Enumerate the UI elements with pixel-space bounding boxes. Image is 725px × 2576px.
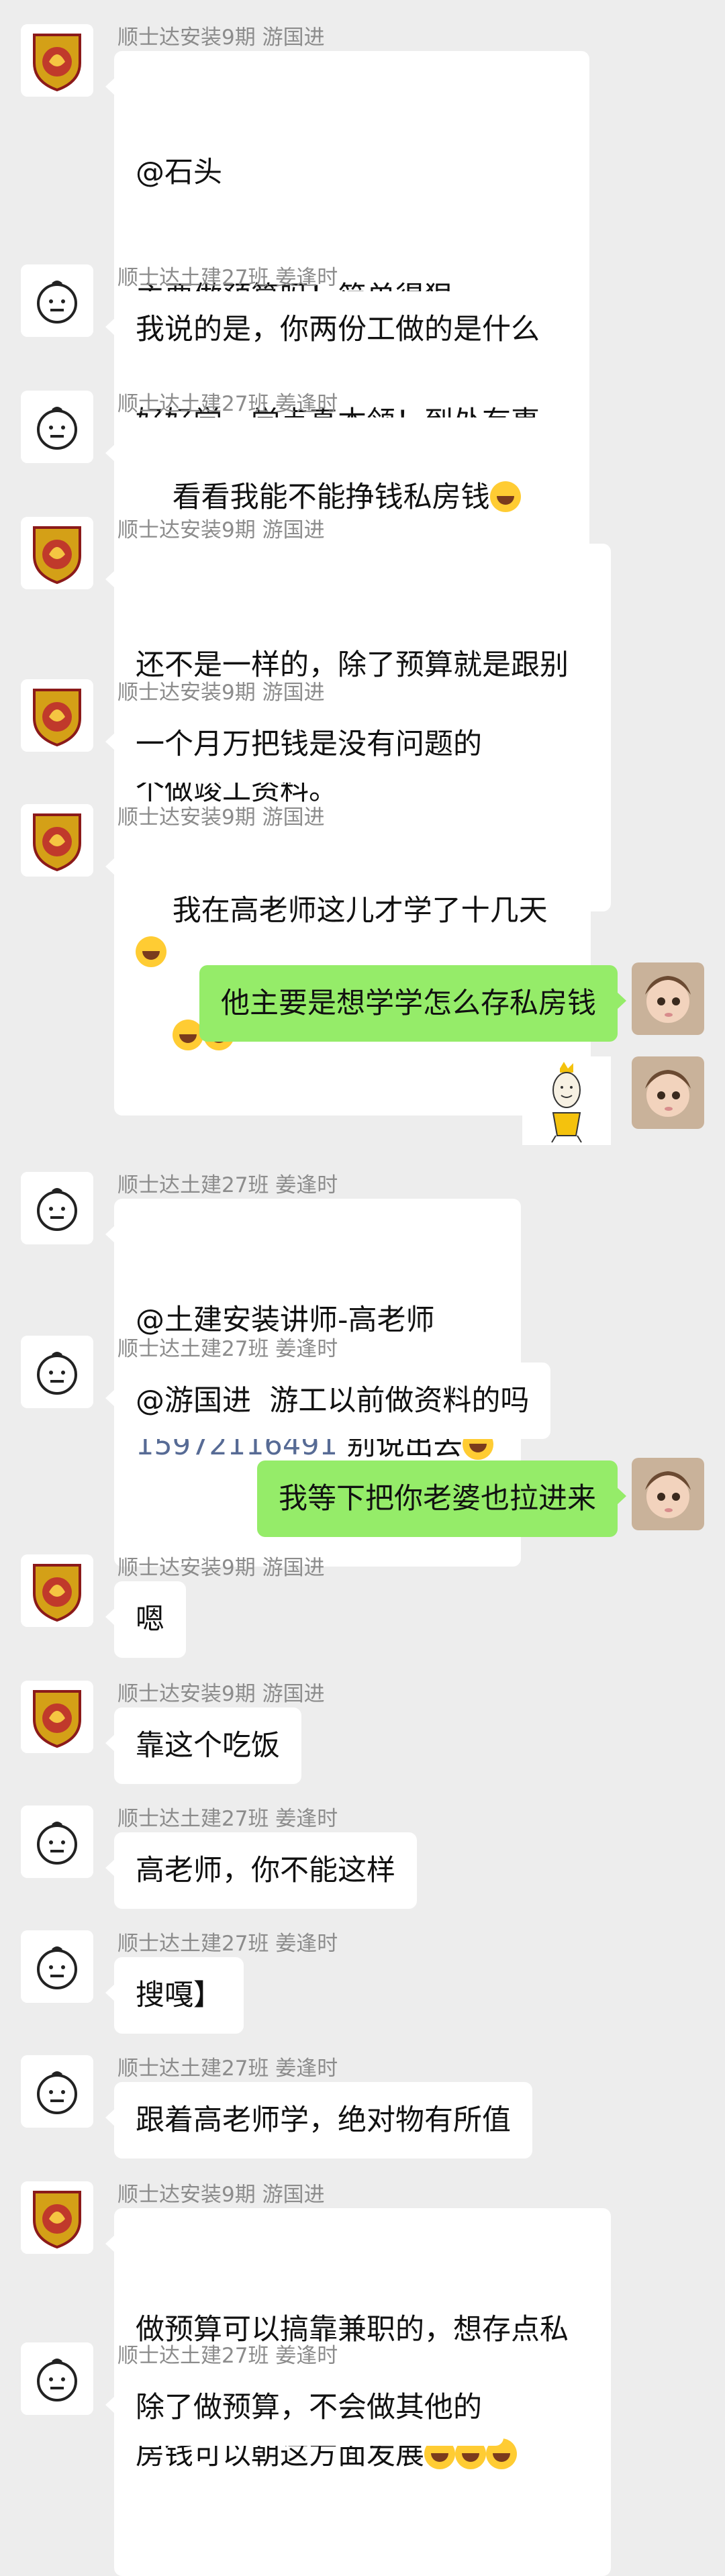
message-line: @石头 xyxy=(136,156,222,189)
avatar-face-icon[interactable] xyxy=(21,1336,93,1408)
laugh-cry-emoji-icon xyxy=(136,936,166,967)
avatar-face-icon[interactable] xyxy=(21,264,93,337)
avatar-shield-icon[interactable] xyxy=(21,679,93,752)
message-bubble[interactable]: 嗯 xyxy=(105,1581,186,1658)
laugh-cry-emoji-icon xyxy=(489,481,521,512)
message-bubble[interactable]: @游国进 游工以前做资料的吗 xyxy=(105,1363,551,1439)
message-bubble[interactable]: 他主要是想学学怎么存私房钱 xyxy=(199,965,626,1042)
avatar-shield-icon[interactable] xyxy=(21,1681,93,1753)
sender-name: 顺士达土建27班 姜逢时 xyxy=(117,1807,338,1831)
sender-name: 顺士达安装9期 游国进 xyxy=(117,2183,325,2207)
sender-name: 顺士达安装9期 游国进 xyxy=(117,518,325,542)
avatar-shield-icon[interactable] xyxy=(21,1554,93,1627)
avatar-face-icon[interactable] xyxy=(21,1930,93,2003)
message-bubble[interactable]: 靠这个吃饭 xyxy=(105,1707,301,1784)
message-text: 我在高老师这儿才学了十几天 xyxy=(172,894,548,928)
message-text: 看看我能不能挣钱私房钱 xyxy=(172,481,490,514)
avatar-face-icon[interactable] xyxy=(21,2055,93,2128)
sender-name: 顺士达土建27班 姜逢时 xyxy=(117,1932,338,1956)
avatar-shield-icon[interactable] xyxy=(21,2181,93,2254)
message-bubble[interactable]: 一个月万把钱是没有问题的 xyxy=(105,706,503,783)
sender-name: 顺士达土建27班 姜逢时 xyxy=(117,392,338,416)
laugh-cry-emoji-icon xyxy=(172,1020,203,1050)
sender-name: 顺士达安装9期 游国进 xyxy=(117,681,325,705)
sender-name: 顺士达土建27班 姜逢时 xyxy=(117,2057,338,2081)
sender-name: 顺士达安装9期 游国进 xyxy=(117,1682,325,1706)
message-bubble[interactable]: 除了做预算，不会做其他的 xyxy=(105,2369,503,2446)
sender-name: 顺士达土建27班 姜逢时 xyxy=(117,1337,338,1361)
message-bubble[interactable]: 高老师，你不能这样 xyxy=(105,1832,417,1909)
avatar-shield-icon[interactable] xyxy=(21,804,93,877)
avatar-shield-icon[interactable] xyxy=(21,517,93,589)
avatar-face-icon[interactable] xyxy=(21,1172,93,1244)
message-bubble[interactable]: 搜嘎】 xyxy=(105,1957,244,2034)
sender-name: 顺士达安装9期 游国进 xyxy=(117,26,325,50)
avatar-face-icon[interactable] xyxy=(21,2342,93,2415)
avatar-shield-icon[interactable] xyxy=(21,24,93,97)
avatar-child-photo[interactable] xyxy=(632,962,704,1035)
sender-name: 顺士达土建27班 姜逢时 xyxy=(117,1173,338,1197)
message-bubble[interactable]: 我等下把你老婆也拉进来 xyxy=(257,1460,626,1537)
avatar-child-photo[interactable] xyxy=(632,1458,704,1530)
sender-name: 顺士达安装9期 游国进 xyxy=(117,805,325,830)
avatar-face-icon[interactable] xyxy=(21,1805,93,1878)
avatar-child-photo[interactable] xyxy=(632,1056,704,1129)
message-bubble[interactable]: 我说的是，你两份工做的是什么 xyxy=(105,291,561,368)
avatar-face-icon[interactable] xyxy=(21,391,93,463)
sender-name: 顺士达土建27班 姜逢时 xyxy=(117,266,338,290)
sticker-image[interactable] xyxy=(522,1056,611,1145)
sender-name: 顺士达土建27班 姜逢时 xyxy=(117,2344,338,2368)
sender-name: 顺士达安装9期 游国进 xyxy=(117,1556,325,1580)
message-bubble[interactable]: 跟着高老师学，绝对物有所值 xyxy=(105,2082,532,2159)
